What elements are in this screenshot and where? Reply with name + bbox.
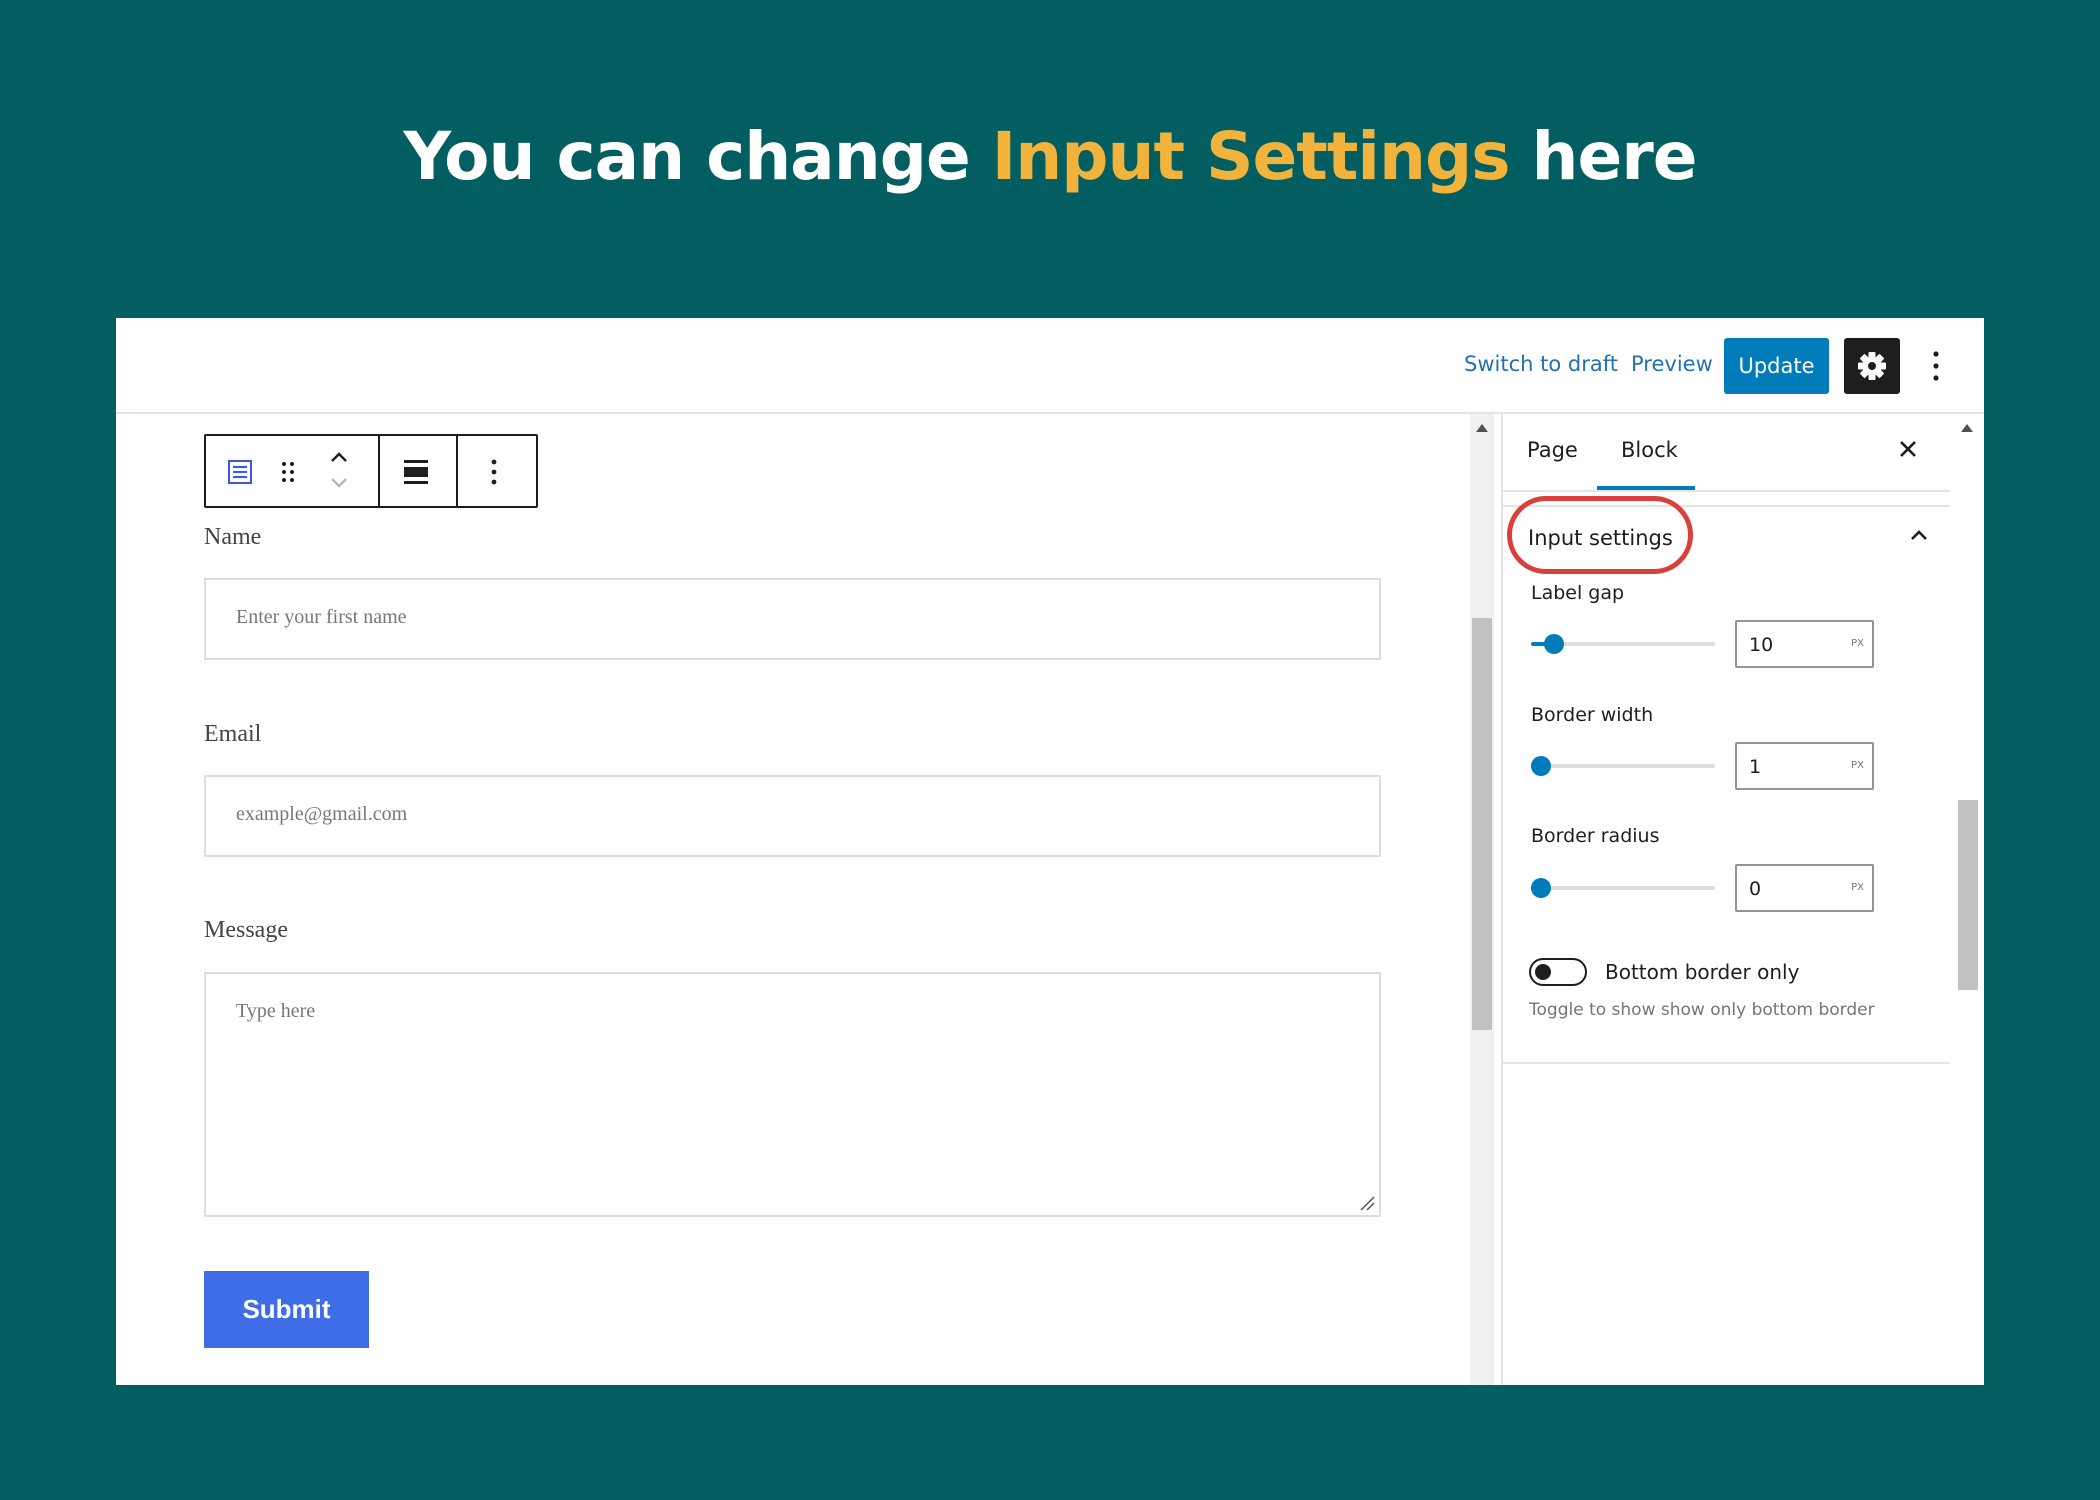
name-placeholder: Enter your first name xyxy=(236,606,407,628)
headline-prefix: You can change xyxy=(403,118,992,195)
tabs-divider xyxy=(1503,490,1950,492)
close-icon xyxy=(1900,441,1916,457)
preview-link[interactable]: Preview xyxy=(1631,352,1713,376)
move-up-icon xyxy=(331,452,347,462)
bottom-border-help: Toggle to show show only bottom border xyxy=(1529,1000,1875,1020)
toolbar-separator xyxy=(456,436,458,506)
border-radius-input[interactable]: 0 PX xyxy=(1735,864,1874,912)
border-width-value: 1 xyxy=(1749,756,1762,778)
message-textarea[interactable]: Type here xyxy=(204,972,1381,1217)
panel-divider xyxy=(1503,1062,1950,1064)
label-gap-label: Label gap xyxy=(1531,582,1625,604)
editor-topbar: Switch to draft Preview Update xyxy=(116,318,1984,414)
block-toolbar xyxy=(204,434,538,508)
label-gap-input[interactable]: 10 PX xyxy=(1735,620,1874,668)
align-button[interactable] xyxy=(396,454,436,490)
settings-button[interactable] xyxy=(1844,338,1900,394)
editor-window: Switch to draft Preview Update Name Ente… xyxy=(116,318,1984,1385)
slider-track xyxy=(1531,886,1715,890)
headline: You can change Input Settings here xyxy=(0,118,2100,195)
slider-thumb[interactable] xyxy=(1531,878,1551,898)
block-options-button[interactable] xyxy=(482,452,506,492)
slider-thumb[interactable] xyxy=(1544,634,1565,654)
toggle-knob xyxy=(1535,964,1551,980)
label-gap-slider[interactable] xyxy=(1531,632,1715,656)
message-placeholder: Type here xyxy=(236,1000,316,1022)
submit-button[interactable]: Submit xyxy=(204,1271,369,1348)
tab-page[interactable]: Page xyxy=(1527,438,1578,462)
slider-track xyxy=(1531,764,1715,768)
headline-accent: Input Settings xyxy=(991,118,1511,195)
move-down-icon xyxy=(331,478,347,488)
more-vertical-icon xyxy=(491,459,497,485)
move-up-button[interactable] xyxy=(324,446,354,468)
message-label: Message xyxy=(204,917,288,943)
toolbar-separator xyxy=(378,436,380,506)
canvas-scrollbar-thumb[interactable] xyxy=(1472,618,1492,1030)
headline-suffix: here xyxy=(1509,118,1698,195)
border-radius-slider[interactable] xyxy=(1531,876,1715,900)
border-radius-value: 0 xyxy=(1749,878,1762,900)
more-vertical-icon xyxy=(1933,351,1939,381)
drag-handle[interactable] xyxy=(276,458,300,486)
unit-label: PX xyxy=(1851,760,1864,771)
options-button[interactable] xyxy=(1924,344,1948,388)
border-width-slider[interactable] xyxy=(1531,754,1715,778)
canvas-scrollbar[interactable] xyxy=(1470,414,1494,1385)
label-gap-value: 10 xyxy=(1749,634,1774,656)
email-placeholder: example@gmail.com xyxy=(236,803,408,825)
block-type-button[interactable] xyxy=(220,452,260,492)
align-icon xyxy=(404,460,428,484)
update-button[interactable]: Update xyxy=(1724,338,1829,394)
close-sidebar-button[interactable] xyxy=(1895,436,1921,462)
move-down-button[interactable] xyxy=(324,472,354,494)
scroll-up-arrow-icon[interactable] xyxy=(1476,424,1488,432)
collapse-panel-button[interactable] xyxy=(1907,526,1931,544)
tab-block[interactable]: Block xyxy=(1621,438,1678,462)
border-width-input[interactable]: 1 PX xyxy=(1735,742,1874,790)
email-label: Email xyxy=(204,721,262,747)
switch-to-draft-link[interactable]: Switch to draft xyxy=(1464,352,1618,376)
gear-icon xyxy=(1858,352,1886,380)
bottom-border-label: Bottom border only xyxy=(1605,960,1800,984)
form-block-icon xyxy=(228,460,252,484)
chevron-up-icon xyxy=(1911,530,1927,540)
name-label: Name xyxy=(204,524,262,550)
sidebar-scrollbar-thumb[interactable] xyxy=(1958,800,1978,990)
editor-canvas: Name Enter your first name Email example… xyxy=(116,414,1470,1385)
email-input[interactable]: example@gmail.com xyxy=(204,775,1381,857)
highlight-annotation xyxy=(1507,496,1693,574)
border-width-label: Border width xyxy=(1531,704,1654,726)
settings-sidebar: Page Block Input settings Label gap 10 P… xyxy=(1501,414,1950,1385)
bottom-border-toggle[interactable] xyxy=(1529,958,1587,986)
drag-handle-icon xyxy=(282,462,294,482)
unit-label: PX xyxy=(1851,638,1864,649)
resize-handle-icon[interactable] xyxy=(1357,1193,1377,1213)
border-radius-label: Border radius xyxy=(1531,825,1660,847)
slider-thumb[interactable] xyxy=(1531,756,1551,776)
name-input[interactable]: Enter your first name xyxy=(204,578,1381,660)
sidebar-scrollbar[interactable] xyxy=(1952,414,1982,1385)
scroll-up-arrow-icon[interactable] xyxy=(1961,424,1973,432)
unit-label: PX xyxy=(1851,882,1864,893)
